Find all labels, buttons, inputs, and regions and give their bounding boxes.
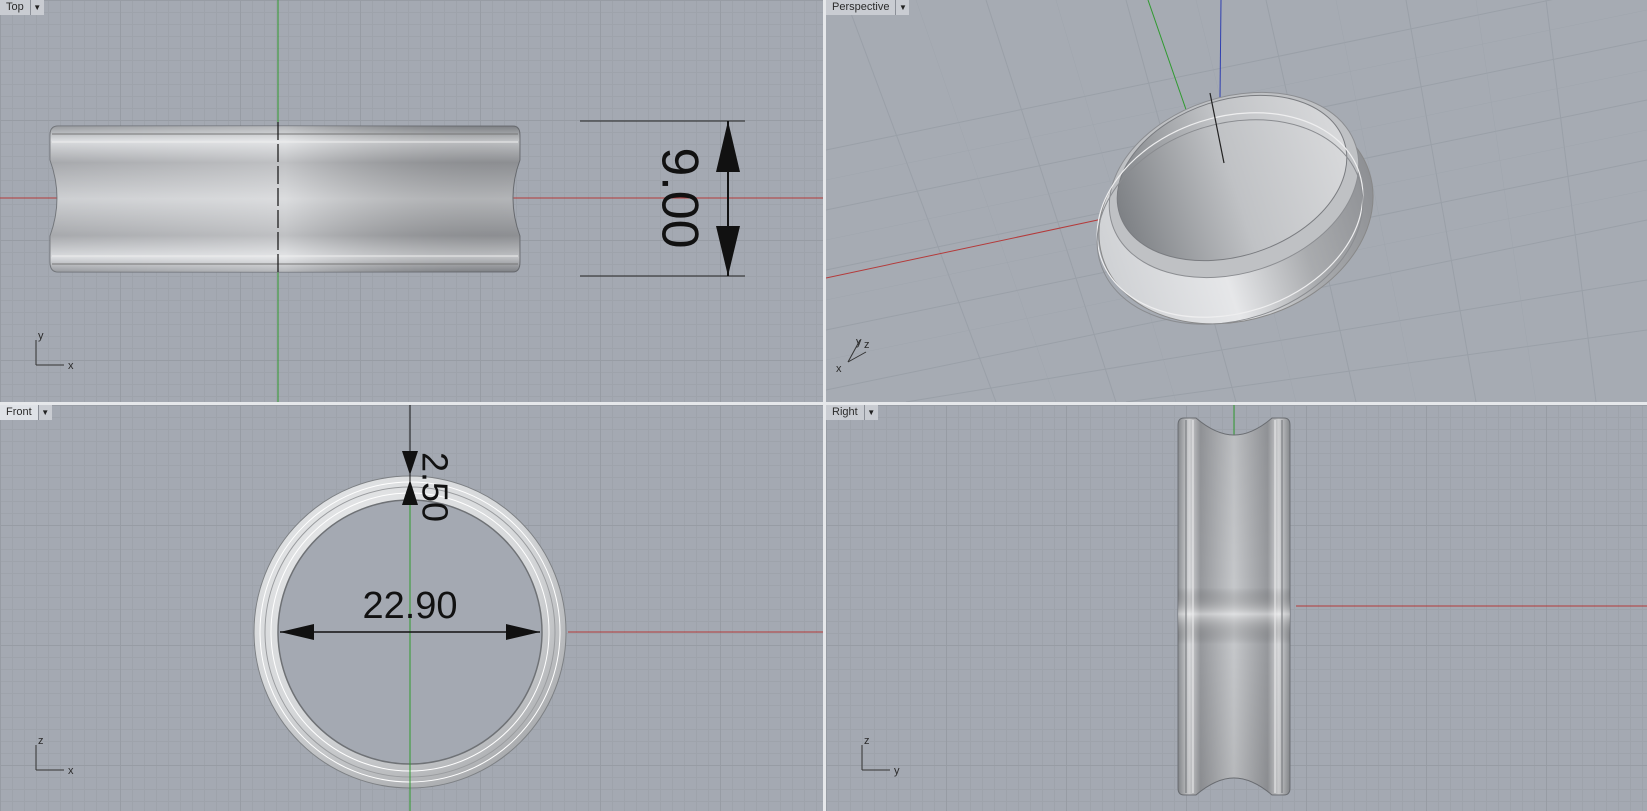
chevron-down-icon[interactable]: ▼ [864, 405, 878, 420]
axis-icon-top [35, 340, 64, 366]
dimension-label-2-50: 2.50 [414, 452, 455, 522]
front-view-canvas: 2.50 22.90 z x [35, 405, 823, 811]
axis-label-x: x [68, 360, 74, 372]
axis-label-z: z [864, 339, 870, 351]
axis-label-y: y [856, 336, 862, 348]
perspective-view-canvas: y z x [826, 0, 1647, 402]
viewport-divider-horizontal[interactable] [0, 402, 1647, 405]
viewport-top[interactable]: Top ▼ 9.00 y x [0, 0, 823, 402]
axis-label-z: z [38, 735, 44, 747]
viewport-label-top[interactable]: Top [0, 0, 31, 15]
axis-label-z: z [864, 735, 870, 747]
viewport-title-front: Front ▼ [0, 405, 52, 420]
ring-right-view [1177, 417, 1291, 796]
viewport-front[interactable]: Front ▼ 2.50 22.90 z x [0, 405, 823, 811]
axis-icon-front [35, 745, 64, 771]
chevron-down-icon[interactable]: ▼ [30, 0, 44, 15]
ring-perspective-view [1096, 91, 1374, 325]
axis-label-x: x [836, 363, 842, 375]
right-view-canvas: z y [861, 405, 1647, 796]
ring-top-view [49, 122, 521, 276]
axis-label-y: y [38, 330, 44, 342]
dimension-label-9-00: 9.00 [650, 147, 708, 248]
viewport-label-perspective[interactable]: Perspective [826, 0, 897, 15]
viewport-title-perspective: Perspective ▼ [826, 0, 910, 15]
viewport-title-top: Top ▼ [0, 0, 44, 15]
viewport-label-front[interactable]: Front [0, 405, 39, 420]
axis-icon-right [861, 745, 890, 771]
chevron-down-icon[interactable]: ▼ [896, 0, 910, 15]
viewport-perspective[interactable]: Perspective ▼ y z x [826, 0, 1647, 402]
axis-label-x: x [68, 765, 74, 777]
viewport-right[interactable]: Right ▼ z y [826, 405, 1647, 811]
chevron-down-icon[interactable]: ▼ [38, 405, 52, 420]
dimension-label-22-90: 22.90 [362, 585, 457, 627]
axis-label-y: y [894, 765, 900, 777]
top-view-canvas: 9.00 y x [0, 0, 823, 402]
viewport-label-right[interactable]: Right [826, 405, 865, 420]
viewport-title-right: Right ▼ [826, 405, 878, 420]
